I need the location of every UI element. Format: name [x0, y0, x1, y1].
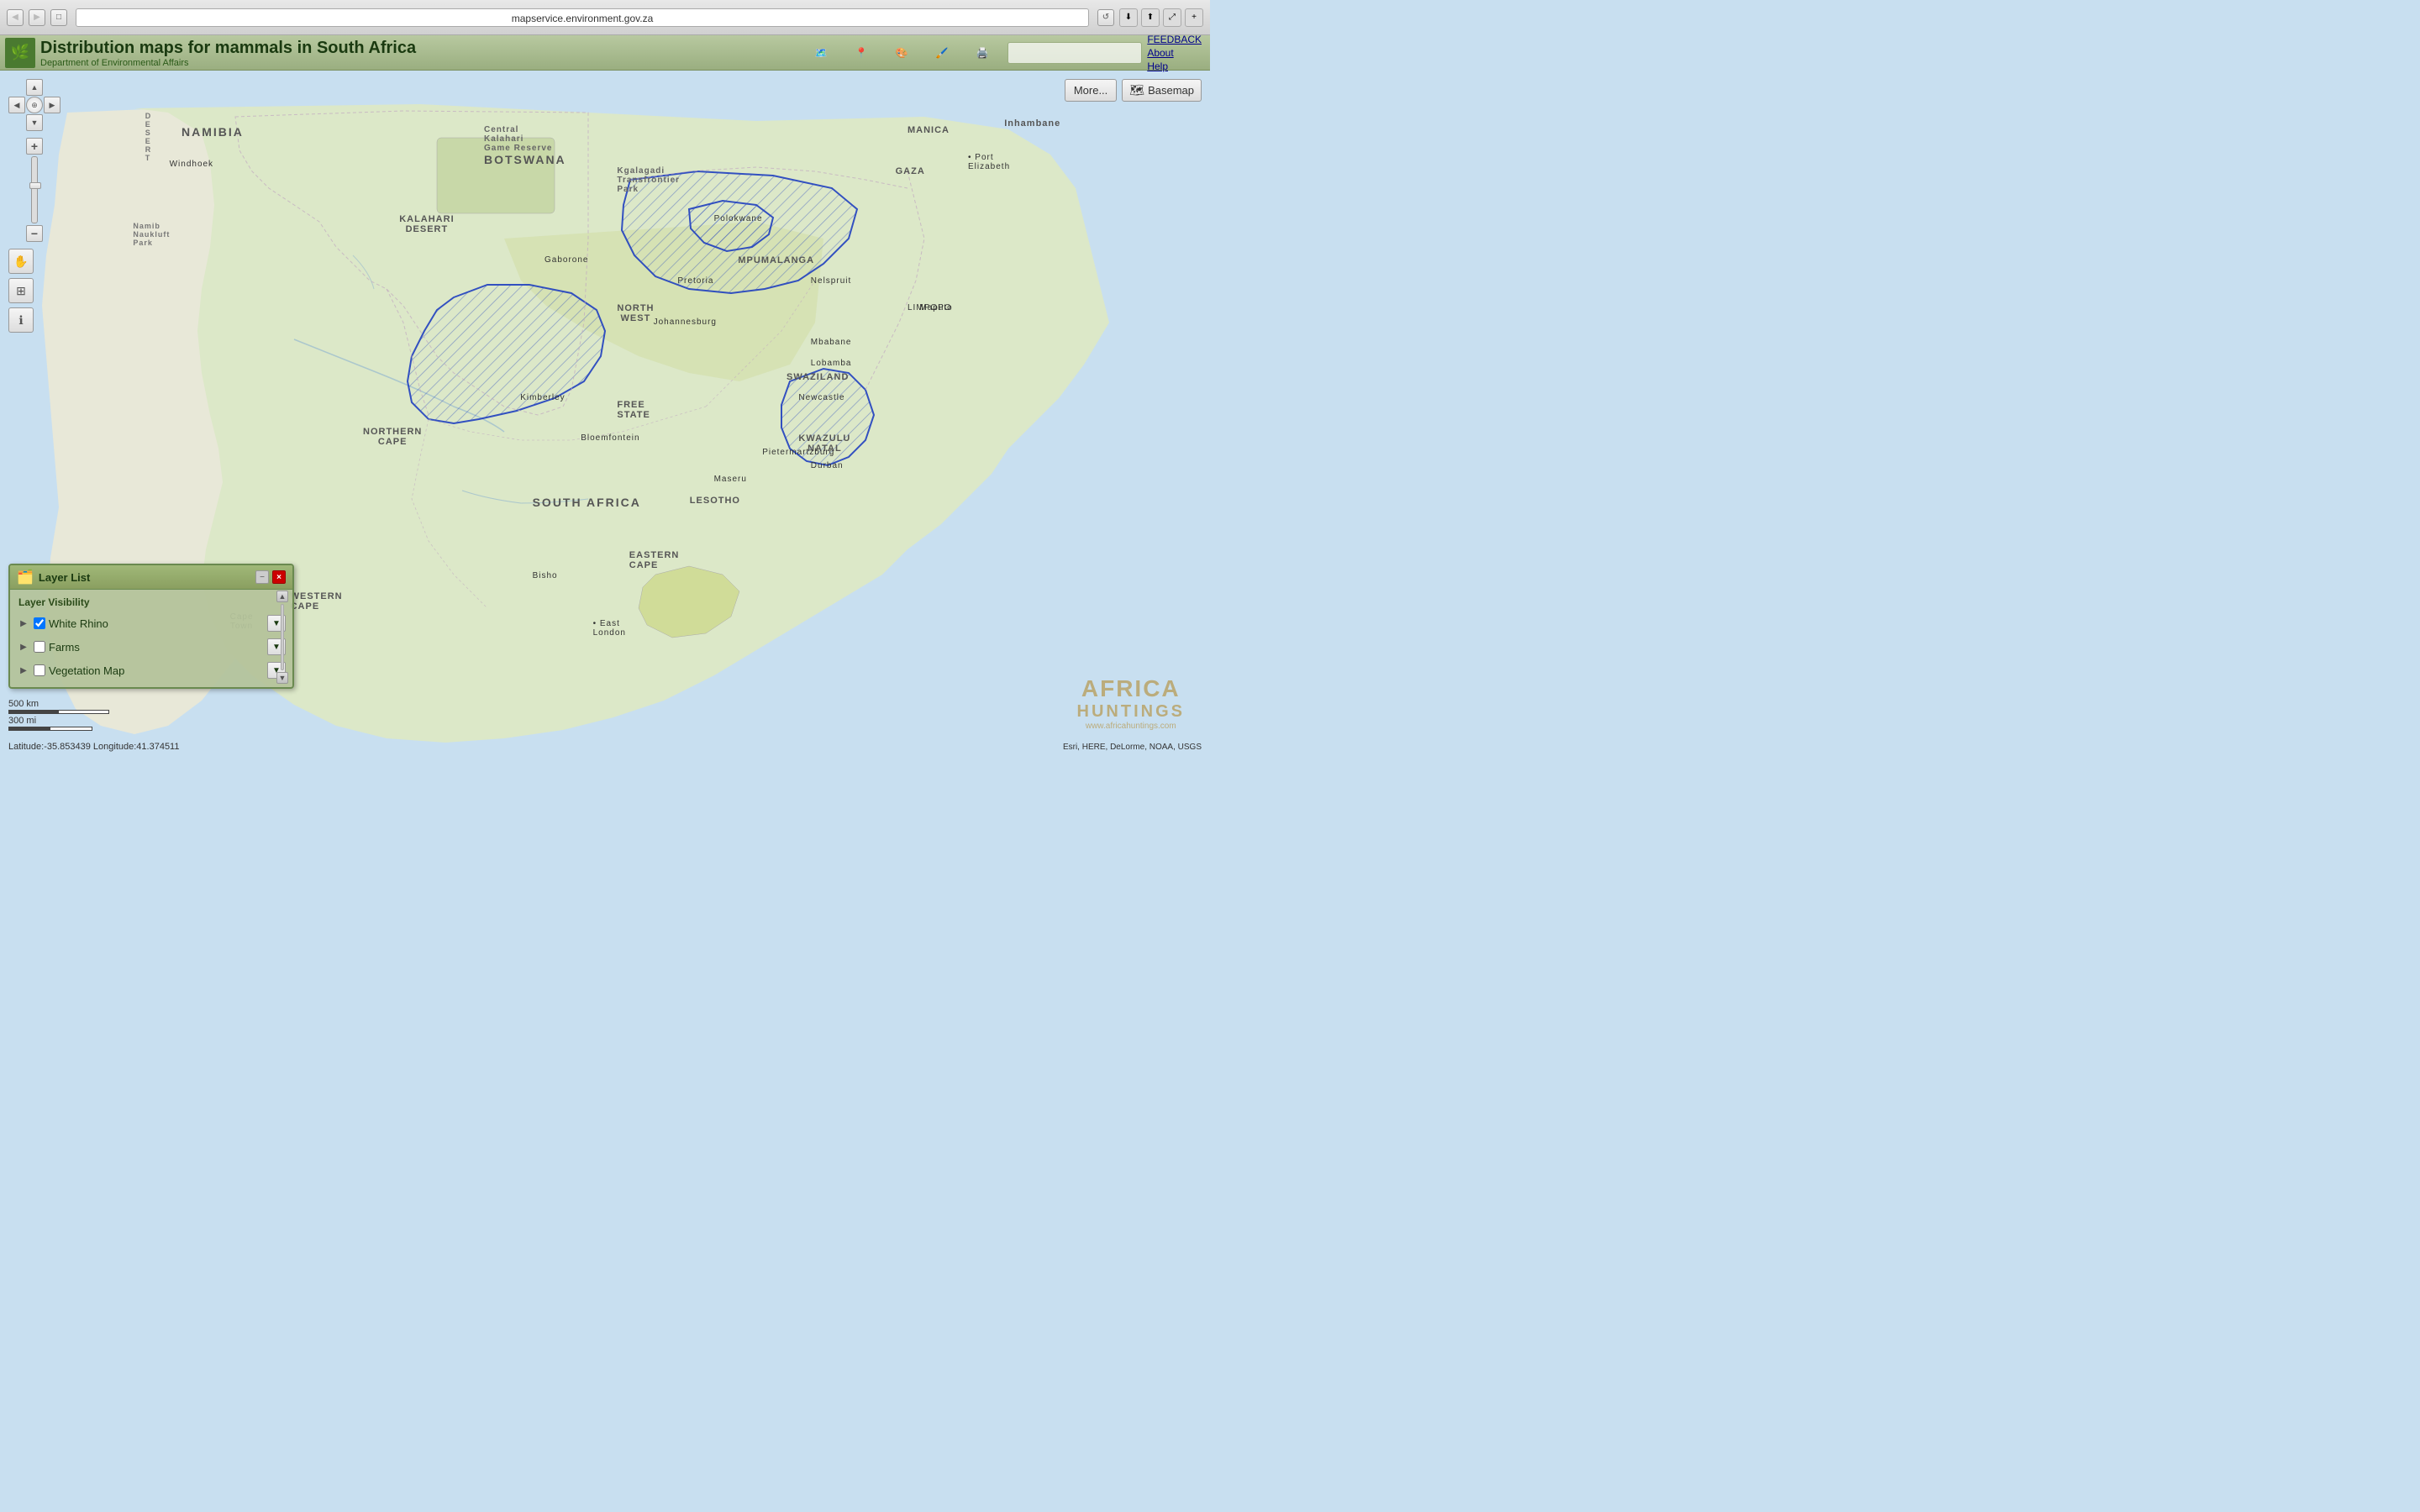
- attribution-text: Esri, HERE, DeLorme, NOAA, USGS: [1063, 743, 1202, 752]
- app-subtitle: Department of Environmental Affairs: [40, 58, 796, 68]
- back-button[interactable]: ◀: [7, 9, 24, 26]
- watermark-africa: AFRICA: [1077, 675, 1185, 702]
- pan-arrows: ▲ ◀ ⊕ ▶ ▼: [8, 79, 60, 131]
- layer-scroll-track: [281, 604, 284, 670]
- zoom-track[interactable]: [31, 156, 38, 223]
- layer-expand-vegetation[interactable]: ▶: [17, 664, 30, 677]
- header-tools: 🗺️ 📍 🎨 🖌️ 🖨️: [796, 39, 1007, 67]
- layers-icon: 🗂️: [17, 569, 34, 585]
- layer-list-panel: 🗂️ Layer List − × Layer Visibility ▶ Whi…: [8, 564, 294, 689]
- hand-tool-button[interactable]: ✋: [8, 249, 34, 274]
- layer-item-white-rhino: ▶ White Rhino ▼: [10, 612, 292, 635]
- browser-icons: ⬇ ⬆ ⤢ +: [1119, 8, 1203, 27]
- layer-checkbox-vegetation[interactable]: [34, 664, 45, 676]
- layer-close-button[interactable]: ×: [272, 570, 286, 584]
- zoom-out-button[interactable]: −: [26, 225, 43, 242]
- tool-map-icon[interactable]: 🗺️: [804, 39, 838, 67]
- layer-list-title: 🗂️ Layer List: [17, 569, 90, 585]
- layer-name-white-rhino: White Rhino: [49, 617, 264, 630]
- scale-km-label: 500 km: [8, 699, 109, 709]
- compass-center[interactable]: ⊕: [26, 97, 43, 113]
- watermark-huntings: HUNTINGS: [1077, 702, 1185, 722]
- forward-button[interactable]: ▶: [29, 9, 45, 26]
- layer-visibility-label: Layer Visibility: [10, 595, 292, 612]
- map-controls: ▲ ◀ ⊕ ▶ ▼ + − ✋ ⊞ ℹ: [8, 79, 60, 333]
- layer-item-farms: ▶ Farms ▼: [10, 635, 292, 659]
- download-icon[interactable]: ⬇: [1119, 8, 1138, 27]
- header-links: FEEDBACK About Help: [1147, 34, 1210, 72]
- select-tool-button[interactable]: ⊞: [8, 278, 34, 303]
- tool-pin-icon[interactable]: 📍: [844, 39, 878, 67]
- tool-paint-icon[interactable]: 🎨: [885, 39, 918, 67]
- layer-expand-white-rhino[interactable]: ▶: [17, 617, 30, 630]
- zoom-thumb[interactable]: [29, 182, 41, 189]
- about-link[interactable]: About: [1147, 47, 1202, 59]
- plus-icon[interactable]: +: [1185, 8, 1203, 27]
- map-container[interactable]: NAMIBIA BOTSWANA CentralKalahariGame Res…: [0, 71, 1210, 756]
- tool-print-icon[interactable]: 🖨️: [965, 39, 999, 67]
- layer-expand-farms[interactable]: ▶: [17, 640, 30, 654]
- more-button[interactable]: More...: [1065, 79, 1117, 102]
- layer-list-window-controls: − ×: [255, 570, 286, 584]
- layer-name-farms: Farms: [49, 641, 264, 654]
- header-search-input[interactable]: [1007, 42, 1142, 64]
- layer-scroll-up[interactable]: ▲: [276, 591, 288, 602]
- fullscreen-icon[interactable]: ⤢: [1163, 8, 1181, 27]
- coordinates-display: Latitude:-35.853439 Longitude:41.374511: [8, 742, 179, 752]
- scale-bar: 500 km 300 mi: [8, 699, 109, 731]
- scale-bar-km: [8, 710, 109, 714]
- layer-checkbox-white-rhino[interactable]: [34, 617, 45, 629]
- layer-minimize-button[interactable]: −: [255, 570, 269, 584]
- app-logo: 🌿: [5, 38, 35, 68]
- zoom-in-button[interactable]: +: [26, 138, 43, 155]
- browser-chrome: ◀ ▶ □ mapservice.environment.gov.za ↺ ⬇ …: [0, 0, 1210, 35]
- scale-mi-label: 300 mi: [8, 716, 109, 726]
- share-icon[interactable]: ⬆: [1141, 8, 1160, 27]
- layer-list-header: 🗂️ Layer List − ×: [10, 565, 292, 590]
- watermark: AFRICA HUNTINGS www.africahuntings.com: [1077, 675, 1185, 731]
- layer-scroll-bar: ▲ ▼: [276, 591, 289, 684]
- layer-list-body: Layer Visibility ▶ White Rhino ▼ ▶ Farms…: [10, 590, 292, 687]
- basemap-icon: 🗺: [1129, 83, 1144, 97]
- help-link[interactable]: Help: [1147, 60, 1202, 72]
- layer-name-vegetation: Vegetation Map: [49, 664, 264, 677]
- address-bar[interactable]: mapservice.environment.gov.za: [76, 8, 1089, 27]
- basemap-label: Basemap: [1148, 84, 1194, 97]
- reload-button[interactable]: ↺: [1097, 9, 1114, 26]
- pan-up-button[interactable]: ▲: [26, 79, 43, 96]
- layer-scroll-down[interactable]: ▼: [276, 672, 288, 684]
- layer-checkbox-farms[interactable]: [34, 641, 45, 653]
- minimize-button[interactable]: □: [50, 9, 67, 26]
- pan-left-button[interactable]: ◀: [8, 97, 25, 113]
- zoom-slider[interactable]: + −: [8, 138, 60, 242]
- pan-right-button[interactable]: ▶: [44, 97, 60, 113]
- app-title-area: Distribution maps for mammals in South A…: [40, 38, 796, 68]
- app-header: 🌿 Distribution maps for mammals in South…: [0, 35, 1210, 71]
- basemap-button[interactable]: 🗺 Basemap: [1122, 79, 1202, 102]
- layer-item-vegetation: ▶ Vegetation Map ▼: [10, 659, 292, 682]
- app-title: Distribution maps for mammals in South A…: [40, 38, 796, 58]
- watermark-domain: www.africahuntings.com: [1077, 722, 1185, 731]
- info-tool-button[interactable]: ℹ: [8, 307, 34, 333]
- tool-palette-icon[interactable]: 🖌️: [925, 39, 959, 67]
- map-top-right-controls: More... 🗺 Basemap: [1065, 79, 1202, 102]
- pan-down-button[interactable]: ▼: [26, 114, 43, 131]
- scale-bar-mi: [8, 727, 92, 731]
